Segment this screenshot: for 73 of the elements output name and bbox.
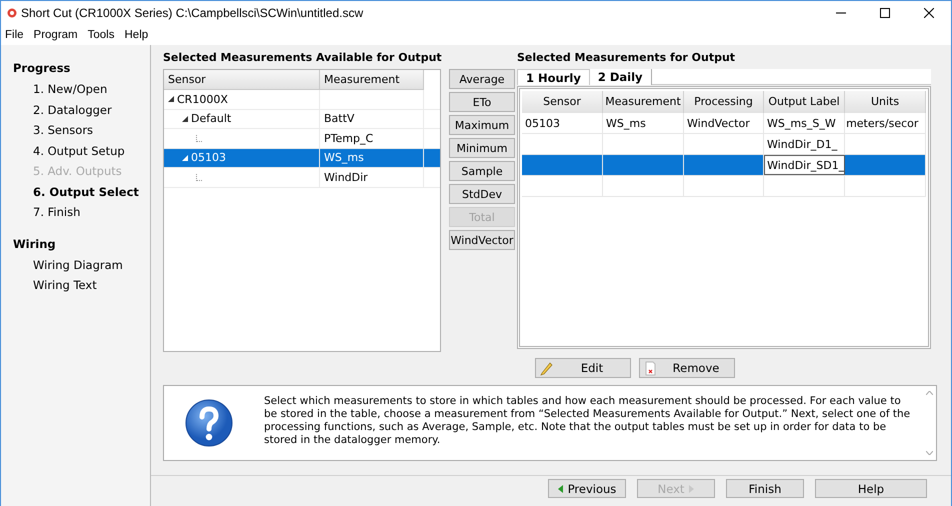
tree-row[interactable]: 05103 WS_ms xyxy=(164,148,440,168)
table-cell: WindDir_D1_ xyxy=(767,138,838,151)
table-cell: BattV xyxy=(324,112,354,126)
panel-title: Selected Measurements Available for Output xyxy=(163,51,441,66)
tree-label: 05103 xyxy=(191,151,226,164)
sidebar-item[interactable]: Wiring Text xyxy=(13,275,150,296)
expander-icon xyxy=(182,154,188,161)
sidebar-item[interactable]: 7. Finish xyxy=(13,202,150,222)
table-row[interactable]: 05103 WS_ms WindVector WS_ms_S_W meters/secor xyxy=(522,113,926,134)
forward-arrow-icon xyxy=(689,484,694,492)
help-text: Select which measurements to store in which tables and how each measurement should be processed. For each value to be stored in the table, choose a measurement from “Selected Measurements Available for Output.” Next, select one of the processing functions, such as Average, Sample, etc. Note that the output tables must be set up in order for data to be stored in the datalogger memory. xyxy=(264,394,912,447)
tree-label: Default xyxy=(191,112,232,126)
function-button[interactable]: StdDev xyxy=(449,184,515,204)
tab[interactable]: 2 Daily xyxy=(590,69,652,85)
column-header[interactable]: Measurement xyxy=(320,70,424,90)
tree-row[interactable]: WindDir xyxy=(164,168,440,188)
sidebar-item[interactable]: Wiring Diagram xyxy=(13,254,150,275)
menu-item[interactable]: Help xyxy=(124,29,148,41)
column-header[interactable]: Sensor xyxy=(164,70,320,90)
menu-item[interactable]: Tools xyxy=(88,29,114,41)
sidebar-item[interactable]: 6. Output Select xyxy=(13,182,150,202)
action-button[interactable]: Remove xyxy=(639,358,735,378)
table-cell: WS_ms xyxy=(606,117,646,130)
close-icon[interactable] xyxy=(924,8,934,18)
menu-item[interactable]: File xyxy=(5,29,24,41)
back-arrow-icon xyxy=(558,484,563,492)
pencil-icon xyxy=(540,360,554,376)
table-cell: WS_ms_S_W xyxy=(767,117,836,130)
section-heading: Wiring xyxy=(13,236,57,250)
tree-label: CR1000X xyxy=(177,92,228,106)
table-cell: WS_ms xyxy=(324,151,364,164)
window-title: Short Cut (CR1000X Series) C:\Campbellsci\SCWin\untitled.scw xyxy=(21,6,364,20)
nav-button[interactable]: Finish xyxy=(726,479,804,498)
column-header[interactable]: Measurement xyxy=(603,91,684,113)
panel-title: Selected Measurements for Output xyxy=(517,51,736,66)
function-button[interactable]: Maximum xyxy=(449,115,515,135)
sidebar-item[interactable]: 1. New/Open xyxy=(13,79,150,100)
function-button[interactable]: Average xyxy=(449,69,515,89)
action-button[interactable]: Edit xyxy=(535,358,631,378)
column-header[interactable]: Processing xyxy=(684,91,764,113)
tree-row[interactable]: Default BattV xyxy=(164,110,440,129)
sidebar-item[interactable]: 2. Datalogger xyxy=(13,100,150,120)
table-cell: WindVector xyxy=(687,117,750,130)
sidebar-item[interactable]: 3. Sensors xyxy=(13,120,150,140)
tree-line xyxy=(196,134,202,142)
tree-line xyxy=(196,174,202,181)
menu-item[interactable]: Program xyxy=(34,29,78,41)
maximize-icon[interactable] xyxy=(880,8,890,18)
app-icon xyxy=(7,8,17,18)
scroll-down-icon xyxy=(926,451,932,455)
table-cell: PTemp_C xyxy=(324,132,374,145)
expander-icon xyxy=(168,96,174,102)
tree-row[interactable]: CR1000X xyxy=(164,90,440,110)
expander-icon xyxy=(182,116,188,122)
scroll-up-icon xyxy=(926,391,932,395)
nav-button[interactable]: Help xyxy=(815,479,927,498)
help-icon xyxy=(184,398,234,448)
function-button[interactable]: Minimum xyxy=(449,138,515,158)
table-cell: meters/secor xyxy=(846,117,918,130)
table-row[interactable]: WindDir_SD1_ xyxy=(522,155,926,176)
sidebar-item[interactable]: 4. Output Setup xyxy=(13,140,150,161)
column-header[interactable]: Output Label xyxy=(764,91,846,113)
section-heading: Progress xyxy=(13,61,72,75)
function-button[interactable]: WindVector xyxy=(449,230,515,250)
function-button[interactable]: Sample xyxy=(449,161,515,181)
function-button[interactable]: ETo xyxy=(449,92,515,112)
table-cell: WindDir xyxy=(324,170,368,184)
delete-icon xyxy=(644,360,658,376)
nav-button[interactable]: Previous xyxy=(548,479,626,498)
table-cell: 05103 xyxy=(525,117,560,130)
column-header[interactable]: Units xyxy=(845,91,926,113)
tab[interactable]: 1 Hourly xyxy=(517,69,590,85)
column-header[interactable]: Sensor xyxy=(522,91,603,113)
